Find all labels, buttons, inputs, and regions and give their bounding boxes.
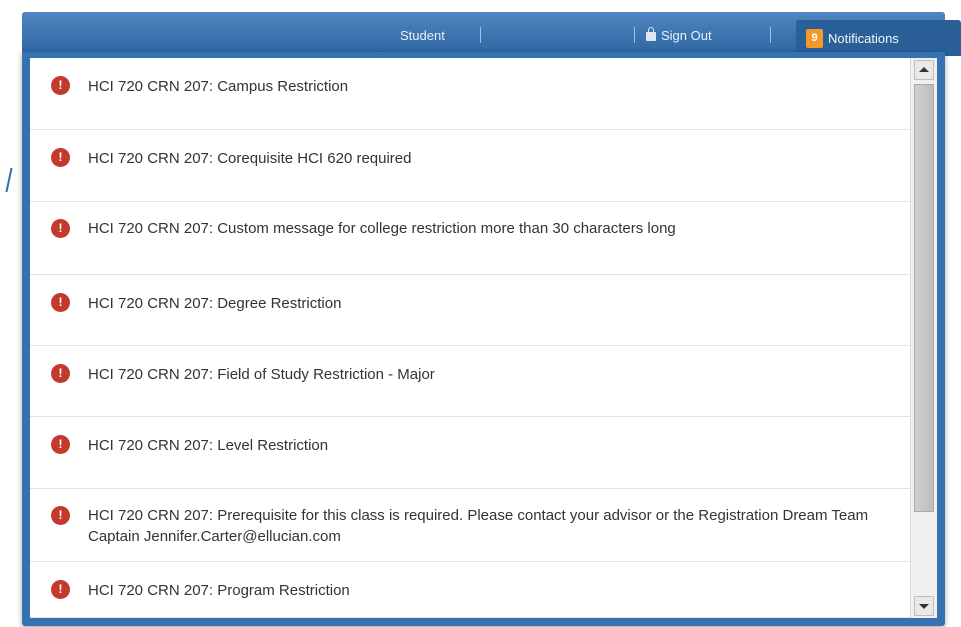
lock-icon: [646, 27, 656, 41]
notifications-list: ! HCI 720 CRN 207: Campus Restriction! HCI…: [30, 58, 910, 618]
scrollbar-thumb[interactable]: [914, 84, 934, 512]
notifications-label: Notifications: [828, 31, 899, 46]
user-menu-student[interactable]: Student: [400, 26, 445, 46]
notification-message: HCI 720 CRN 207: Prerequisite for this c…: [88, 507, 869, 545]
notification-message: HCI 720 CRN 207: Custom message for coll…: [88, 220, 676, 237]
notification-item[interactable]: ! HCI 720 CRN 207: Custom message for col…: [30, 202, 910, 275]
sign-out-link[interactable]: Sign Out: [646, 26, 712, 46]
notification-message: HCI 720 CRN 207: Level Restriction: [88, 437, 329, 454]
scroll-down-button[interactable]: [914, 596, 934, 616]
notifications-panel: ! HCI 720 CRN 207: Campus Restriction! HCI…: [22, 52, 945, 626]
notification-item[interactable]: ! HCI 720 CRN 207: Degree Restriction: [30, 275, 910, 346]
notifications-button[interactable]: 9 Notifications: [796, 20, 961, 56]
error-icon: !: [51, 76, 70, 95]
notification-message: HCI 720 CRN 207: Program Restriction: [88, 582, 350, 599]
error-icon: !: [51, 580, 70, 599]
scroll-up-button[interactable]: [914, 60, 934, 80]
error-icon: !: [51, 435, 70, 454]
notification-message: HCI 720 CRN 207: Campus Restriction: [88, 78, 349, 95]
background-page: [0, 0, 22, 627]
sign-out-label: Sign Out: [661, 28, 712, 43]
scrollbar[interactable]: [910, 58, 937, 618]
notification-item[interactable]: ! HCI 720 CRN 207: Prerequisite for this …: [30, 489, 910, 562]
notification-item[interactable]: ! HCI 720 CRN 207: Corequisite HCI 620 re…: [30, 130, 910, 202]
error-icon: !: [51, 506, 70, 525]
divider: [634, 27, 635, 43]
notification-item[interactable]: ! HCI 720 CRN 207: Level Restriction: [30, 417, 910, 489]
notifications-count-badge: 9: [806, 29, 823, 48]
divider: [770, 27, 771, 43]
notification-message: HCI 720 CRN 207: Corequisite HCI 620 req…: [88, 150, 412, 167]
notification-message: HCI 720 CRN 207: Degree Restriction: [88, 295, 342, 312]
error-icon: !: [51, 364, 70, 383]
error-icon: !: [51, 293, 70, 312]
error-icon: !: [51, 219, 70, 238]
divider: [480, 27, 481, 43]
error-icon: !: [51, 148, 70, 167]
notifications-list-container[interactable]: ! HCI 720 CRN 207: Campus Restriction! HCI…: [30, 58, 937, 618]
notification-message: HCI 720 CRN 207: Field of Study Restrict…: [88, 366, 435, 383]
notification-item[interactable]: ! HCI 720 CRN 207: Campus Restriction: [30, 58, 910, 130]
notification-item[interactable]: ! HCI 720 CRN 207: Program Restriction: [30, 562, 910, 618]
notification-item[interactable]: ! HCI 720 CRN 207: Field of Study Restric…: [30, 346, 910, 417]
